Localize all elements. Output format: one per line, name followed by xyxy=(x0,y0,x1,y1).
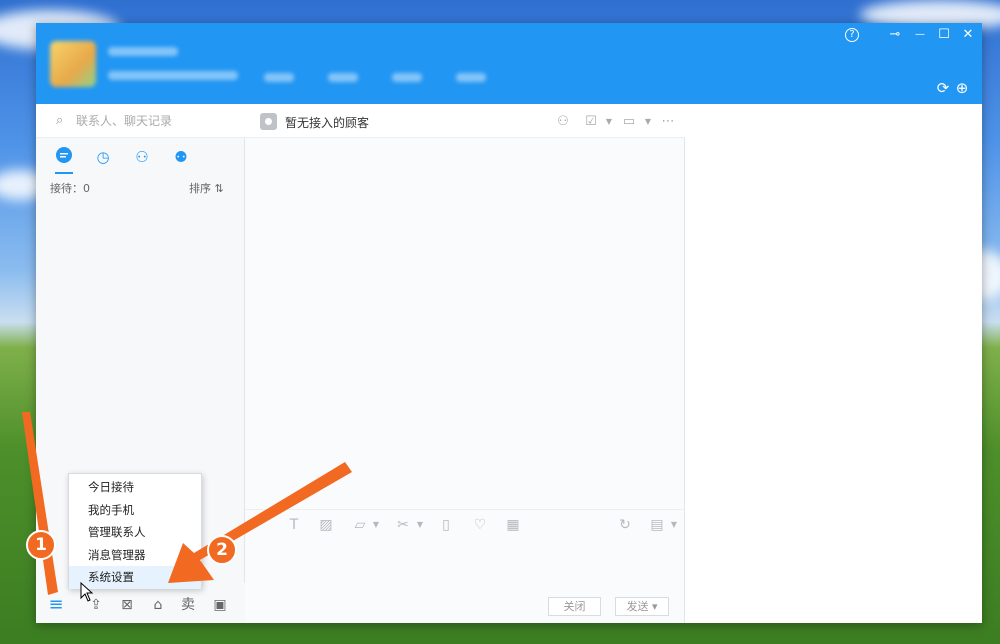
annotation-arrows xyxy=(22,412,352,595)
watermark-url: jingyan.baidu.com xyxy=(772,604,936,620)
arrow-2 xyxy=(168,462,352,583)
arrow-1 xyxy=(22,412,58,595)
watermark-brand: Bai du 经验 xyxy=(770,570,957,605)
step-1-badge: 1 xyxy=(26,530,56,560)
step-2-badge: 2 xyxy=(207,535,237,565)
